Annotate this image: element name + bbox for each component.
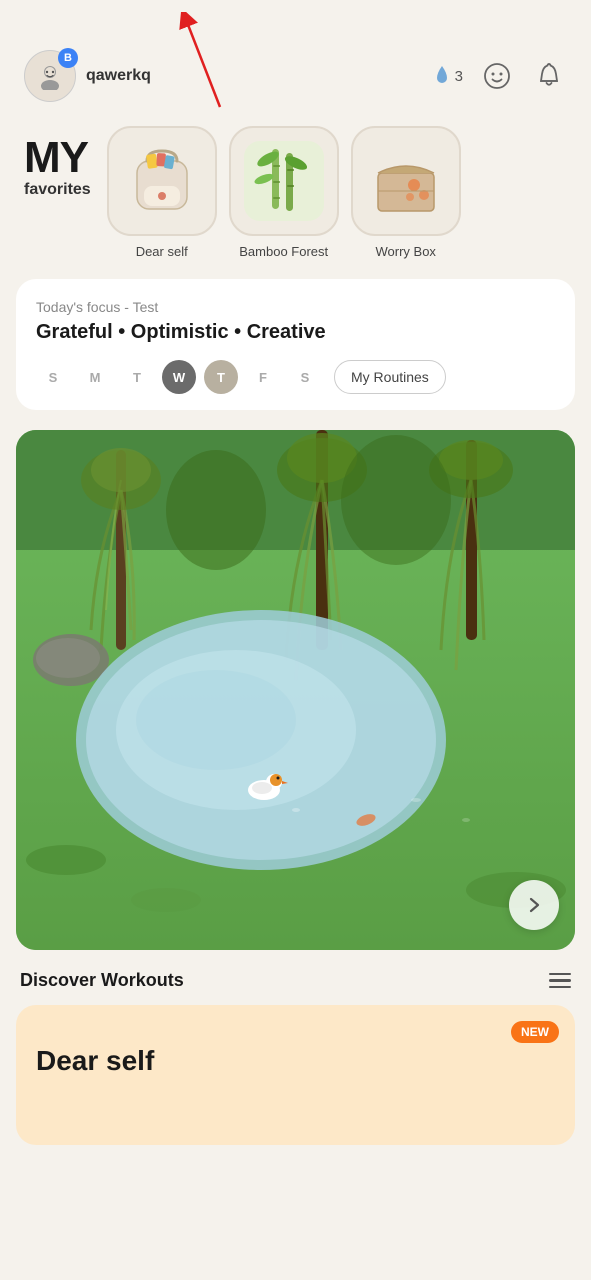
username-label: qawerkq <box>86 67 423 85</box>
day-wednesday[interactable]: W <box>162 360 196 394</box>
garden-scene <box>16 430 575 950</box>
menu-line-3 <box>549 986 571 989</box>
favorites-label: favorites <box>24 182 91 198</box>
days-row: S M T W T F S My Routines <box>36 360 555 394</box>
focus-card: Today's focus - Test Grateful • Optimist… <box>16 279 575 410</box>
dear-self-card-title: Dear self <box>36 1045 555 1077</box>
garden-svg <box>16 430 575 950</box>
dear-self-discover-card[interactable]: NEW Dear self <box>16 1005 575 1145</box>
focus-subtitle: Today's focus - Test <box>36 299 555 315</box>
fav-card-dear-self-label: Dear self <box>136 244 188 259</box>
drops-count: 3 <box>455 68 463 85</box>
my-routines-button[interactable]: My Routines <box>334 360 446 394</box>
fav-card-dear-self-img <box>107 126 217 236</box>
garden-bg <box>16 430 575 950</box>
new-badge: NEW <box>511 1021 559 1043</box>
fav-card-worry-box-img <box>351 126 461 236</box>
day-sunday[interactable]: S <box>36 360 70 394</box>
mood-button[interactable] <box>479 58 515 94</box>
avatar-wrap[interactable]: B <box>24 50 76 102</box>
discover-header: Discover Workouts <box>16 970 575 991</box>
header-icons: 3 <box>433 58 567 94</box>
day-saturday[interactable]: S <box>288 360 322 394</box>
my-favorites-label: MY favorites <box>24 126 91 198</box>
menu-line-2 <box>549 979 571 982</box>
fav-card-worry-box[interactable]: Worry Box <box>351 126 461 259</box>
day-monday[interactable]: M <box>78 360 112 394</box>
garden-next-button[interactable] <box>509 880 559 930</box>
fav-card-bamboo-label: Bamboo Forest <box>239 244 328 259</box>
my-label: MY <box>24 136 91 180</box>
day-tuesday[interactable]: T <box>120 360 154 394</box>
notification-button[interactable] <box>531 58 567 94</box>
discover-menu-icon[interactable] <box>549 973 571 989</box>
header: B qawerkq 3 <box>0 0 591 118</box>
fav-card-bamboo[interactable]: Bamboo Forest <box>229 126 339 259</box>
day-thursday[interactable]: T <box>204 360 238 394</box>
day-friday[interactable]: F <box>246 360 280 394</box>
fav-card-dear-self[interactable]: Dear self <box>107 126 217 259</box>
drops-indicator[interactable]: 3 <box>433 64 463 88</box>
favorites-cards: Dear self <box>107 126 567 259</box>
avatar-badge: B <box>58 48 78 68</box>
discover-title: Discover Workouts <box>20 970 184 991</box>
menu-line-1 <box>549 973 571 976</box>
focus-moods: Grateful • Optimistic • Creative <box>36 321 555 344</box>
fav-card-bamboo-img <box>229 126 339 236</box>
my-favorites-section: MY favorites <box>0 118 591 279</box>
fav-card-worry-box-label: Worry Box <box>375 244 435 259</box>
discover-section: Discover Workouts NEW Dear self <box>0 970 591 1165</box>
